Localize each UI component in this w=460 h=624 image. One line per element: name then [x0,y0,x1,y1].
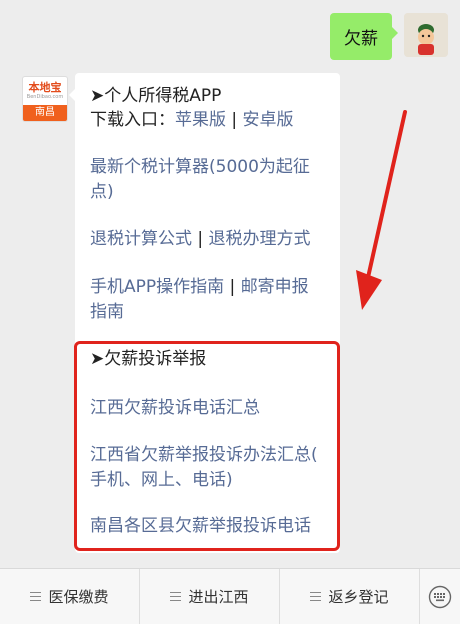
download-line: 下载入口：苹果版 | 安卓版 [90,108,294,133]
tab-enter-exit-jiangxi[interactable]: 进出江西 [140,569,280,624]
refund-formula-link[interactable]: 退税计算公式 [90,229,192,249]
download-label: 下载入口： [90,110,175,130]
bot-avatar-city: 南昌 [23,105,67,121]
refund-line: 退税计算公式 | 退税办理方式 [90,227,311,252]
app-guide-link[interactable]: 手机APP操作指南 [90,277,224,297]
separator: | [197,229,204,249]
bottom-menu-bar: 医保缴费 进出江西 返乡登记 [0,568,460,624]
download-apple-link[interactable]: 苹果版 [175,110,226,130]
app-guide-line: 手机APP操作指南 | 邮寄申报 [90,275,309,300]
tab-label: 进出江西 [188,588,249,606]
separator: | [231,110,238,130]
user-message-bubble[interactable]: 欠薪 [330,13,398,60]
bot-avatar[interactable]: 本地宝 BenDibao.com 南昌 [22,76,68,122]
tax-calculator-link-line2[interactable]: 点) [90,180,114,205]
menu-icon [170,591,182,602]
tab-label: 医保缴费 [48,588,109,606]
mail-report-link[interactable]: 邮寄申报 [241,277,309,297]
red-arrow-annotation [356,110,407,310]
separator: | [229,277,236,297]
user-avatar[interactable] [404,13,448,57]
highlight-box [74,341,340,551]
tab-label: 返乡登记 [328,588,389,606]
tax-calculator-link-line1[interactable]: 最新个税计算器(5000为起征 [90,155,310,180]
download-android-link[interactable]: 安卓版 [243,110,294,130]
user-message: 欠薪 [330,13,448,60]
bot-avatar-brand: 本地宝 [28,81,62,94]
app-heading: ➤个人所得税APP [90,86,222,106]
menu-icon [30,591,42,602]
tab-medical-insurance-payment[interactable]: 医保缴费 [0,569,140,624]
menu-icon [310,591,322,602]
keyboard-icon[interactable] [420,569,460,624]
refund-method-link[interactable]: 退税办理方式 [209,229,311,249]
tab-return-home-registration[interactable]: 返乡登记 [280,569,420,624]
bot-avatar-domain: BenDibao.com [26,94,64,100]
chat-area: 欠薪 本地宝 BenDibao.com 南昌 ➤个人所得税APP 下载入口：苹果… [0,0,460,568]
mail-report-link-line2[interactable]: 指南 [90,300,124,325]
